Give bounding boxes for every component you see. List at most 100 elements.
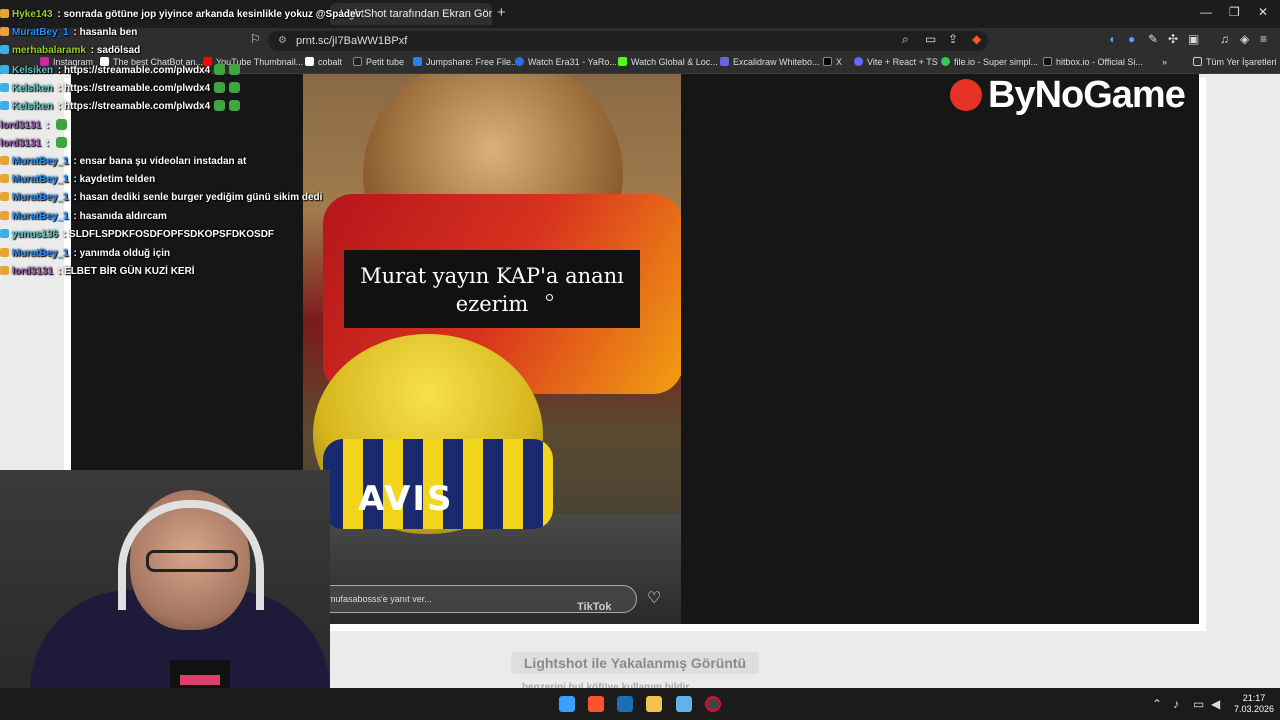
steam-icon[interactable] bbox=[617, 696, 633, 712]
chat-message: MuratBey_1 : hasanıda aldırcam bbox=[0, 211, 167, 227]
menu-icon[interactable]: ≡ bbox=[1260, 32, 1267, 46]
jumpshare-icon bbox=[413, 57, 422, 66]
bookmark-petit-tube[interactable]: Petit tube bbox=[353, 57, 404, 67]
bookmark-fileio[interactable]: file.io - Super simpl... bbox=[941, 57, 1038, 67]
bookmark-x[interactable]: X bbox=[823, 57, 842, 67]
wallet-icon[interactable]: ◈ bbox=[1240, 32, 1249, 46]
heart-icon: ♡ bbox=[647, 590, 662, 607]
start-icon[interactable] bbox=[559, 696, 575, 712]
emote-icon bbox=[56, 119, 68, 130]
taskbar: ⌃ ♪ ▭ ◀ 21:17 7.03.2026 bbox=[0, 688, 1280, 720]
sub-badge-icon bbox=[0, 9, 9, 18]
mic-icon[interactable]: ♪ bbox=[1173, 697, 1179, 711]
chat-message: merhabalaramk : sadölsad bbox=[0, 45, 140, 61]
tray-overflow-icon[interactable]: ⌃ bbox=[1152, 697, 1162, 711]
sub-badge-icon bbox=[0, 27, 9, 36]
bookmarks-overflow-icon[interactable]: » bbox=[1162, 57, 1167, 67]
sub-badge-icon bbox=[0, 192, 9, 201]
glasses bbox=[146, 550, 238, 572]
brave-shields-icon[interactable]: ◆ bbox=[972, 32, 981, 46]
extension-vpn-icon[interactable]: ● bbox=[1128, 32, 1135, 46]
bookmark-excalidraw[interactable]: Excalidraw Whitebo... bbox=[720, 57, 820, 67]
music-icon[interactable]: ♫ bbox=[1220, 32, 1229, 46]
webcam-overlay bbox=[0, 470, 330, 690]
sub-badge-icon bbox=[0, 156, 9, 165]
emote-icon bbox=[56, 137, 68, 148]
kick-icon bbox=[618, 57, 627, 66]
sub-badge-icon bbox=[0, 248, 9, 257]
bookmark-kick[interactable]: Watch Global & Loc... bbox=[618, 57, 718, 67]
meme-caption: Murat yayın KAP'a ananı ezerim bbox=[344, 250, 640, 328]
extension-audio-icon[interactable]: ◖ bbox=[1108, 32, 1115, 46]
caption-line-2: ezerim bbox=[455, 292, 529, 316]
chat-message: MuratBey_1 : hasanla ben bbox=[0, 27, 137, 43]
all-bookmarks[interactable]: Tüm Yer İşaretleri bbox=[1193, 57, 1277, 67]
jersey-sponsor-text: AVIS bbox=[358, 479, 454, 519]
emote-icon bbox=[214, 100, 226, 111]
hitbox-icon bbox=[1043, 57, 1052, 66]
network-icon[interactable]: ▭ bbox=[1193, 697, 1204, 711]
sub-badge-icon bbox=[0, 211, 9, 220]
share-icon[interactable]: ⇪ bbox=[948, 32, 958, 46]
zoom-icon[interactable]: ⌕ bbox=[902, 32, 909, 47]
sidebar-icon[interactable]: ▣ bbox=[1188, 32, 1199, 46]
mod-badge-icon bbox=[0, 65, 9, 74]
clock[interactable]: 21:17 7.03.2026 bbox=[1232, 693, 1276, 715]
mic-light bbox=[180, 675, 220, 685]
close-window-icon[interactable]: ✕ bbox=[1258, 5, 1268, 19]
fileio-icon bbox=[941, 57, 950, 66]
globe-icon bbox=[854, 57, 863, 66]
volume-icon[interactable]: ◀ bbox=[1211, 697, 1220, 711]
address-bar[interactable]: ⚙ prnt.sc/jI7BaWW1BPxf bbox=[268, 31, 988, 51]
folder-icon bbox=[1193, 57, 1202, 66]
brave-icon[interactable] bbox=[588, 696, 604, 712]
caption-line-1: Murat yayın KAP'a ananı bbox=[360, 264, 624, 288]
obs-icon[interactable] bbox=[705, 696, 721, 712]
emote-icon bbox=[229, 64, 241, 75]
bynogame-logo: ByNoGame bbox=[950, 74, 1200, 118]
era31-icon bbox=[515, 57, 524, 66]
chat-message: lord3131 : bbox=[0, 119, 68, 135]
bookmark-vite-react[interactable]: Vite + React + TS bbox=[854, 57, 938, 67]
tiktok-watermark: TikTok bbox=[577, 601, 612, 613]
chat-message: lord3131 : bbox=[0, 137, 68, 153]
emote-icon bbox=[214, 82, 226, 93]
file-explorer-icon[interactable] bbox=[646, 696, 662, 712]
clock-date: 7.03.2026 bbox=[1233, 704, 1275, 714]
app-icon[interactable] bbox=[676, 696, 692, 712]
chat-message: lord3131 : ELBET BİR GÜN KUZİ KERİ bbox=[0, 266, 195, 282]
chat-message: Hyke143 : sonrada götüne jop yiyince ark… bbox=[0, 9, 361, 25]
chat-message: MuratBey_1 : ensar bana şu videoları ins… bbox=[0, 156, 246, 172]
cast-icon[interactable]: ▭ bbox=[925, 32, 936, 46]
emote-icon bbox=[214, 64, 226, 75]
mouse-cursor-icon bbox=[546, 294, 553, 301]
bookmark-jumpshare[interactable]: Jumpshare: Free File... bbox=[413, 57, 519, 67]
mod-badge-icon bbox=[0, 83, 9, 92]
mod-badge-icon bbox=[0, 45, 9, 54]
bookmark-hitbox[interactable]: hitbox.io - Official Si... bbox=[1043, 57, 1143, 67]
restore-icon[interactable]: ❐ bbox=[1229, 5, 1240, 19]
bynogame-mark-icon bbox=[950, 79, 982, 111]
new-tab-button[interactable]: + bbox=[497, 4, 506, 21]
chat-message: yunus136 : SLDFLSPDKFOSDFOPFSDKOPSFDKOSD… bbox=[0, 229, 274, 245]
mod-badge-icon bbox=[0, 101, 9, 110]
extension-icon[interactable]: ✎ bbox=[1148, 32, 1158, 46]
excalidraw-icon bbox=[720, 57, 729, 66]
stream-chat-overlay: Hyke143 : sonrada götüne jop yiyince ark… bbox=[0, 0, 361, 290]
tab-label: LightShot tarafından Ekran Görü bbox=[340, 8, 492, 20]
lightshot-badge: Lightshot ile Yakalanmış Görüntü bbox=[511, 652, 759, 674]
clock-time: 21:17 bbox=[1242, 693, 1266, 703]
sub-badge-icon bbox=[0, 174, 9, 183]
bookmark-era31[interactable]: Watch Era31 - YaRo... bbox=[515, 57, 617, 67]
meme-image: AVIS bbox=[303, 74, 681, 624]
minimize-icon[interactable]: — bbox=[1200, 5, 1212, 19]
chat-message: MuratBey_1 : kaydetim telden bbox=[0, 174, 155, 190]
sub-badge-icon bbox=[0, 266, 9, 275]
x-icon bbox=[823, 57, 832, 66]
emote-icon bbox=[229, 82, 241, 93]
extensions-puzzle-icon[interactable]: ✣ bbox=[1168, 32, 1178, 46]
chat-message: MuratBey_1 : yanımda olduğ için bbox=[0, 248, 170, 264]
chat-message: MuratBey_1 : hasan dediki senle burger y… bbox=[0, 192, 322, 208]
emote-icon bbox=[229, 100, 241, 111]
mod-badge-icon bbox=[0, 229, 9, 238]
